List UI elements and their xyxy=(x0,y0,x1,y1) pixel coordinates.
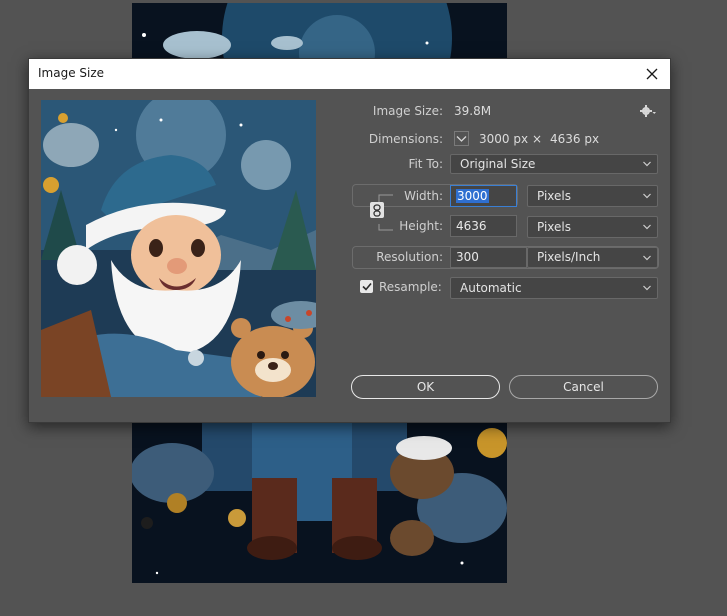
ok-button[interactable]: OK xyxy=(351,375,500,399)
chevron-down-icon xyxy=(643,224,651,230)
checkmark-icon xyxy=(361,282,372,291)
height-label: Height: xyxy=(399,219,443,233)
dimensions-toggle[interactable] xyxy=(454,131,469,146)
height-input[interactable]: 4636 xyxy=(450,215,517,237)
fit-to-value: Original Size xyxy=(460,157,536,171)
chevron-down-icon xyxy=(456,135,467,142)
resample-checkbox[interactable] xyxy=(360,280,373,293)
settings-button[interactable] xyxy=(639,103,657,119)
width-label: Width: xyxy=(404,189,443,203)
close-icon xyxy=(646,68,658,80)
close-button[interactable] xyxy=(638,60,666,88)
width-unit-value: Pixels xyxy=(537,189,572,203)
preview-artwork xyxy=(41,100,316,397)
dimensions-width: 3000 px xyxy=(479,132,529,146)
resolution-unit-select[interactable]: Pixels/Inch xyxy=(527,247,658,268)
fit-to-label: Fit To: xyxy=(408,157,443,171)
image-size-value: 39.8M xyxy=(454,104,492,118)
resolution-unit-value: Pixels/Inch xyxy=(537,250,601,264)
fit-to-select[interactable]: Original Size xyxy=(450,154,658,174)
dialog-titlebar: Image Size xyxy=(29,59,670,89)
dimensions-height: 4636 px xyxy=(550,132,600,146)
chain-link-icon xyxy=(373,203,381,217)
constrain-proportions-toggle[interactable] xyxy=(370,202,384,218)
dimensions-label: Dimensions: xyxy=(368,132,443,146)
height-value: 4636 xyxy=(456,219,487,233)
chevron-down-icon xyxy=(643,193,651,199)
gear-icon xyxy=(640,105,656,117)
dimensions-times: × xyxy=(532,132,543,146)
image-preview[interactable] xyxy=(41,100,316,397)
resolution-label: Resolution: xyxy=(376,250,443,264)
chevron-down-icon xyxy=(643,285,651,291)
chevron-down-icon xyxy=(643,161,651,167)
chevron-down-icon xyxy=(643,255,651,261)
width-value: 3000 xyxy=(456,189,489,203)
image-size-dialog: Image Size Image Size: 39.8M Dimensions:… xyxy=(28,58,671,423)
resolution-value: 300 xyxy=(456,250,479,264)
resample-label: Resample: xyxy=(379,280,442,294)
image-size-label: Image Size: xyxy=(372,104,443,118)
width-unit-select[interactable]: Pixels xyxy=(527,185,658,207)
width-input[interactable]: 3000 xyxy=(450,185,517,207)
dialog-title: Image Size xyxy=(38,66,105,80)
resample-select[interactable]: Automatic xyxy=(450,277,658,299)
resolution-input[interactable]: 300 xyxy=(450,247,527,268)
height-unit-value: Pixels xyxy=(537,220,572,234)
cancel-button[interactable]: Cancel xyxy=(509,375,658,399)
resample-value: Automatic xyxy=(460,281,522,295)
height-unit-select[interactable]: Pixels xyxy=(527,216,658,238)
